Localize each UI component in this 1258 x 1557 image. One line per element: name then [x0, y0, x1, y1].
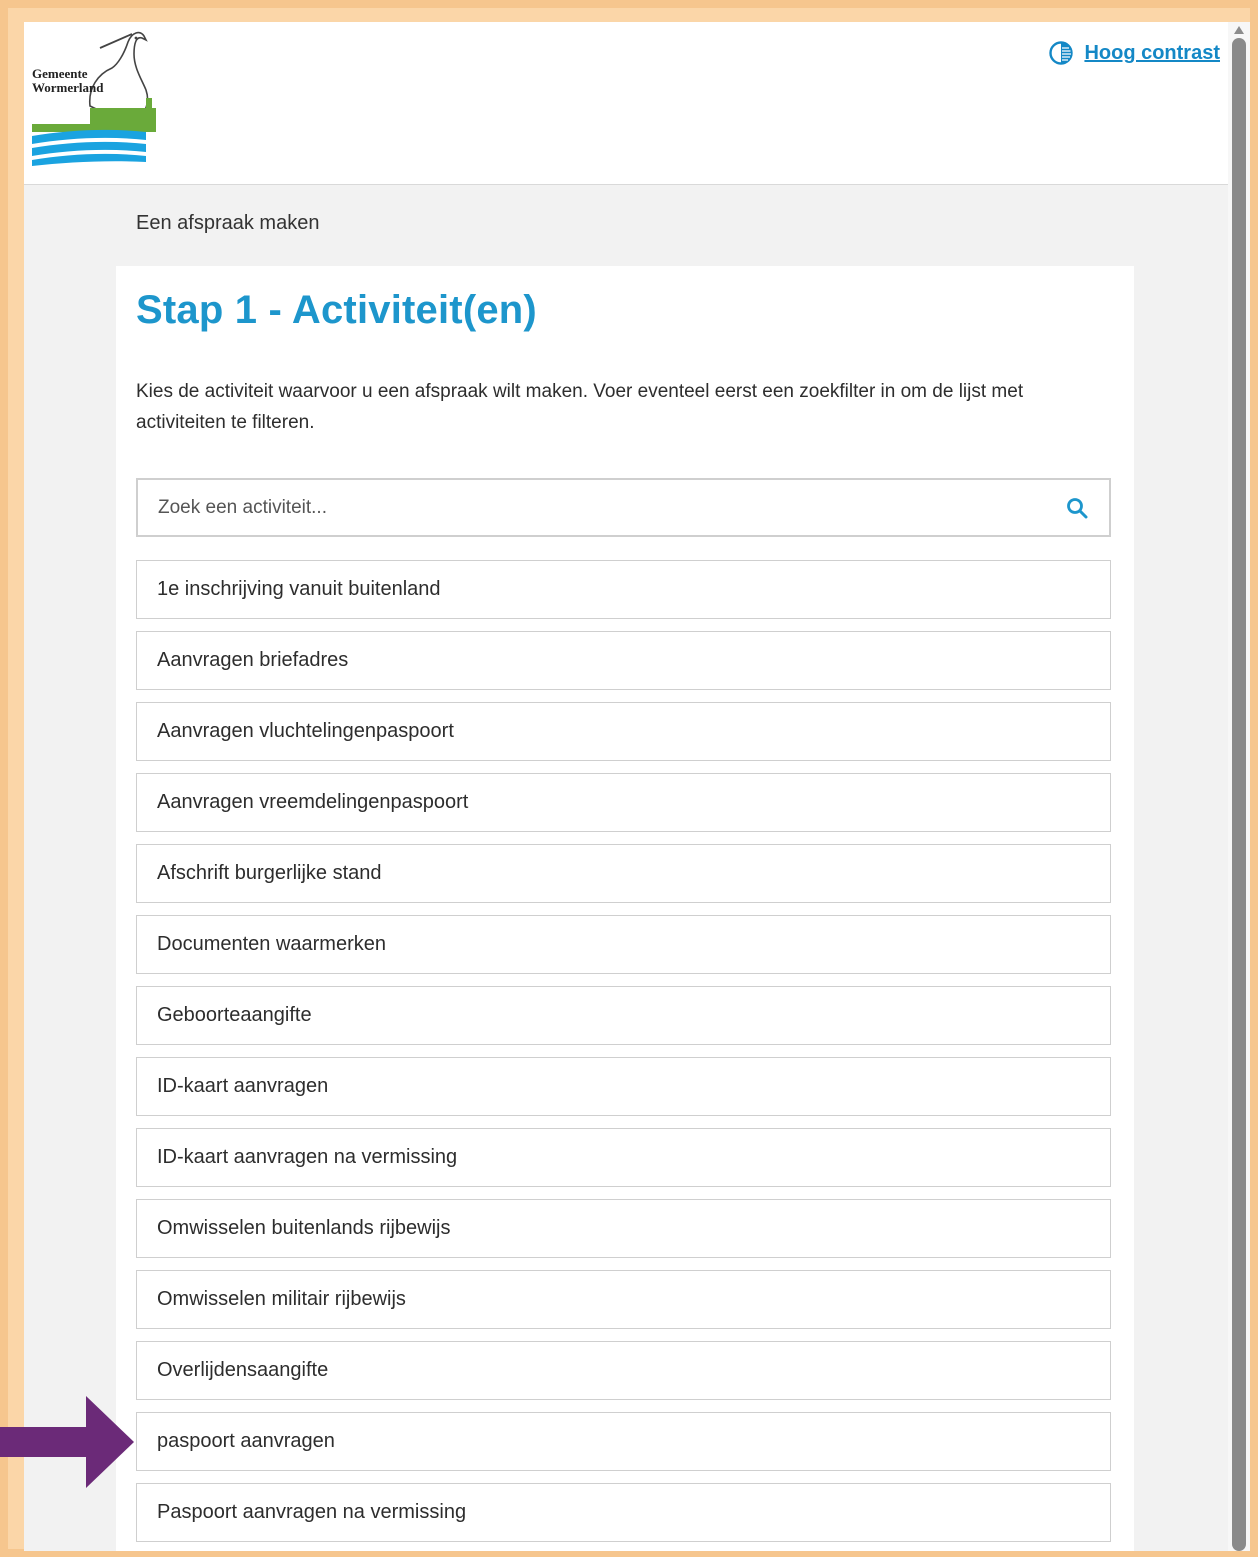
activity-item[interactable]: Afschrift burgerlijke stand: [136, 844, 1111, 903]
activity-item[interactable]: Aanvragen vluchtelingenpaspoort: [136, 702, 1111, 761]
activity-item[interactable]: ID-kaart aanvragen na vermissing: [136, 1128, 1111, 1187]
activity-item[interactable]: Aanvragen briefadres: [136, 631, 1111, 690]
activity-list: 1e inschrijving vanuit buitenland Aanvra…: [136, 560, 1111, 1551]
scroll-up-arrow-icon[interactable]: [1234, 26, 1244, 34]
high-contrast-label: Hoog contrast: [1084, 41, 1220, 64]
page-title: Stap 1 - Activiteit(en): [136, 288, 537, 332]
contrast-icon: [1049, 41, 1074, 65]
activity-item[interactable]: Geboorteaangifte: [136, 986, 1111, 1045]
activity-item[interactable]: ID-kaart aanvragen: [136, 1057, 1111, 1116]
search-box: [136, 478, 1111, 537]
breadcrumb: Een afspraak maken: [136, 212, 320, 234]
scrollbar[interactable]: [1228, 22, 1250, 1551]
activity-card: Stap 1 - Activiteit(en) Kies de activite…: [116, 266, 1134, 1551]
activity-item[interactable]: Documenten waarmerken: [136, 915, 1111, 974]
activity-item[interactable]: Aanvragen vreemdelingenpaspoort: [136, 773, 1111, 832]
annotation-arrow-icon: [0, 1396, 134, 1488]
intro-text: Kies de activiteit waarvoor u een afspra…: [136, 381, 1024, 433]
search-input[interactable]: [138, 480, 1038, 535]
activity-item[interactable]: Overlijdensaangifte: [136, 1341, 1111, 1400]
logo-text-line1: Gemeente: [32, 66, 88, 81]
search-icon[interactable]: [1065, 496, 1089, 520]
activity-item-paspoort-aanvragen[interactable]: paspoort aanvragen: [136, 1412, 1111, 1471]
scrollbar-thumb[interactable]: [1232, 38, 1246, 1551]
gemeente-wormerland-logo[interactable]: Gemeente Wormerland: [28, 24, 160, 166]
logo-text-line2: Wormerland: [32, 80, 104, 95]
activity-item[interactable]: Omwisselen militair rijbewijs: [136, 1270, 1111, 1329]
activity-item[interactable]: Paspoort aanvragen na vermissing: [136, 1483, 1111, 1542]
high-contrast-link[interactable]: Hoog contrast: [1048, 40, 1220, 66]
activity-item[interactable]: Omwisselen buitenlands rijbewijs: [136, 1199, 1111, 1258]
activity-item[interactable]: 1e inschrijving vanuit buitenland: [136, 560, 1111, 619]
browser-viewport: Gemeente Wormerland Hoog contrast Een af…: [24, 22, 1228, 1551]
site-header: Gemeente Wormerland Hoog contrast: [24, 22, 1228, 185]
